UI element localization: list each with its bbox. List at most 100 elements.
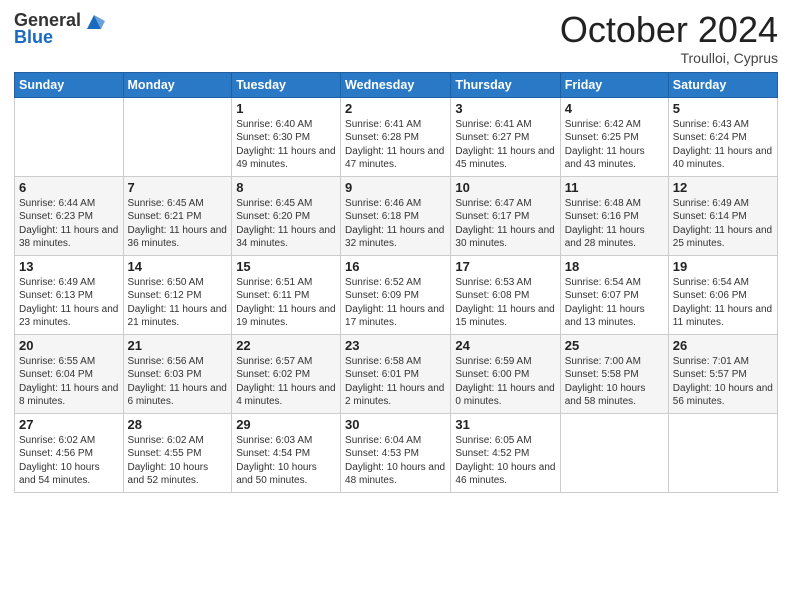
calendar-cell [15,97,124,176]
day-info: Sunrise: 6:54 AMSunset: 6:06 PMDaylight:… [673,276,773,330]
day-number: 7 [128,180,228,195]
calendar-cell: 11 Sunrise: 6:48 AMSunset: 6:16 PMDayligh… [560,176,668,255]
day-number: 11 [565,180,664,195]
calendar-cell: 2 Sunrise: 6:41 AMSunset: 6:28 PMDaylight… [341,97,451,176]
col-wednesday: Wednesday [341,72,451,97]
calendar-table: Sunday Monday Tuesday Wednesday Thursday… [14,72,778,493]
day-info: Sunrise: 6:50 AMSunset: 6:12 PMDaylight:… [128,276,228,330]
calendar-cell: 4 Sunrise: 6:42 AMSunset: 6:25 PMDaylight… [560,97,668,176]
day-number: 16 [345,259,446,274]
calendar-week-row: 20Sunrise: 6:55 AMSunset: 6:04 PMDayligh… [15,334,778,413]
day-number: 3 [455,101,555,116]
col-monday: Monday [123,72,232,97]
day-number: 9 [345,180,446,195]
calendar-week-row: 1 Sunrise: 6:40 AMSunset: 6:30 PMDaylight… [15,97,778,176]
day-info: Sunrise: 6:48 AMSunset: 6:16 PMDaylight:… [565,197,664,251]
day-number: 8 [236,180,336,195]
calendar-cell: 21 Sunrise: 6:56 AMSunset: 6:03 PMDayligh… [123,334,232,413]
calendar-cell: 26 Sunrise: 7:01 AMSunset: 5:57 PMDayligh… [668,334,777,413]
calendar-cell: 1 Sunrise: 6:40 AMSunset: 6:30 PMDaylight… [232,97,341,176]
day-info: Sunrise: 6:47 AMSunset: 6:17 PMDaylight:… [455,197,555,251]
day-number: 26 [673,338,773,353]
day-info: Sunrise: 6:53 AMSunset: 6:08 PMDaylight:… [455,276,555,330]
day-info: Sunrise: 6:04 AMSunset: 4:53 PMDaylight:… [345,434,446,488]
calendar-header-row: Sunday Monday Tuesday Wednesday Thursday… [15,72,778,97]
calendar-cell [668,413,777,492]
col-sunday: Sunday [15,72,124,97]
col-saturday: Saturday [668,72,777,97]
calendar-cell: 5 Sunrise: 6:43 AMSunset: 6:24 PMDaylight… [668,97,777,176]
calendar-cell: 30 Sunrise: 6:04 AMSunset: 4:53 PMDayligh… [341,413,451,492]
calendar-cell: 28 Sunrise: 6:02 AMSunset: 4:55 PMDayligh… [123,413,232,492]
day-number: 13 [19,259,119,274]
calendar-cell: 7 Sunrise: 6:45 AMSunset: 6:21 PMDaylight… [123,176,232,255]
calendar-cell: 12 Sunrise: 6:49 AMSunset: 6:14 PMDayligh… [668,176,777,255]
day-number: 5 [673,101,773,116]
day-info: Sunrise: 6:43 AMSunset: 6:24 PMDaylight:… [673,118,773,172]
day-number: 30 [345,417,446,432]
calendar-cell: 6 Sunrise: 6:44 AMSunset: 6:23 PMDaylight… [15,176,124,255]
day-number: 20 [19,338,119,353]
day-number: 28 [128,417,228,432]
day-number: 15 [236,259,336,274]
day-info: Sunrise: 6:49 AMSunset: 6:13 PMDaylight:… [19,276,119,330]
calendar-cell: 27Sunrise: 6:02 AMSunset: 4:56 PMDayligh… [15,413,124,492]
calendar-cell: 18 Sunrise: 6:54 AMSunset: 6:07 PMDayligh… [560,255,668,334]
day-info: Sunrise: 6:41 AMSunset: 6:28 PMDaylight:… [345,118,446,172]
day-info: Sunrise: 6:41 AMSunset: 6:27 PMDaylight:… [455,118,555,172]
header: General Blue October 2024 Troulloi, Cypr… [14,10,778,66]
day-number: 12 [673,180,773,195]
col-friday: Friday [560,72,668,97]
day-number: 2 [345,101,446,116]
calendar-cell: 23Sunrise: 6:58 AMSunset: 6:01 PMDayligh… [341,334,451,413]
day-info: Sunrise: 7:00 AMSunset: 5:58 PMDaylight:… [565,355,664,409]
calendar-cell: 24Sunrise: 6:59 AMSunset: 6:00 PMDayligh… [451,334,560,413]
day-info: Sunrise: 6:40 AMSunset: 6:30 PMDaylight:… [236,118,336,172]
day-number: 29 [236,417,336,432]
day-number: 22 [236,338,336,353]
day-info: Sunrise: 6:02 AMSunset: 4:55 PMDaylight:… [128,434,228,488]
calendar-cell: 25 Sunrise: 7:00 AMSunset: 5:58 PMDayligh… [560,334,668,413]
day-info: Sunrise: 6:45 AMSunset: 6:21 PMDaylight:… [128,197,228,251]
calendar-cell: 3 Sunrise: 6:41 AMSunset: 6:27 PMDaylight… [451,97,560,176]
col-tuesday: Tuesday [232,72,341,97]
day-info: Sunrise: 6:51 AMSunset: 6:11 PMDaylight:… [236,276,336,330]
calendar-cell: 22 Sunrise: 6:57 AMSunset: 6:02 PMDayligh… [232,334,341,413]
day-number: 6 [19,180,119,195]
calendar-cell: 20Sunrise: 6:55 AMSunset: 6:04 PMDayligh… [15,334,124,413]
day-info: Sunrise: 6:56 AMSunset: 6:03 PMDaylight:… [128,355,228,409]
logo-icon [83,11,105,33]
calendar-cell: 17 Sunrise: 6:53 AMSunset: 6:08 PMDayligh… [451,255,560,334]
day-number: 18 [565,259,664,274]
month-title: October 2024 [560,10,778,50]
day-number: 21 [128,338,228,353]
day-info: Sunrise: 6:42 AMSunset: 6:25 PMDaylight:… [565,118,664,172]
day-number: 17 [455,259,555,274]
day-info: Sunrise: 6:45 AMSunset: 6:20 PMDaylight:… [236,197,336,251]
calendar-cell: 31Sunrise: 6:05 AMSunset: 4:52 PMDayligh… [451,413,560,492]
page: General Blue October 2024 Troulloi, Cypr… [0,0,792,612]
day-info: Sunrise: 6:59 AMSunset: 6:00 PMDaylight:… [455,355,555,409]
day-info: Sunrise: 6:54 AMSunset: 6:07 PMDaylight:… [565,276,664,330]
day-number: 14 [128,259,228,274]
calendar-week-row: 27Sunrise: 6:02 AMSunset: 4:56 PMDayligh… [15,413,778,492]
logo: General Blue [14,10,105,48]
calendar-week-row: 6 Sunrise: 6:44 AMSunset: 6:23 PMDaylight… [15,176,778,255]
day-info: Sunrise: 6:44 AMSunset: 6:23 PMDaylight:… [19,197,119,251]
col-thursday: Thursday [451,72,560,97]
day-number: 27 [19,417,119,432]
day-info: Sunrise: 7:01 AMSunset: 5:57 PMDaylight:… [673,355,773,409]
day-number: 1 [236,101,336,116]
day-info: Sunrise: 6:57 AMSunset: 6:02 PMDaylight:… [236,355,336,409]
day-number: 19 [673,259,773,274]
day-number: 31 [455,417,555,432]
calendar-cell [560,413,668,492]
calendar-cell: 10 Sunrise: 6:47 AMSunset: 6:17 PMDayligh… [451,176,560,255]
calendar-cell: 8 Sunrise: 6:45 AMSunset: 6:20 PMDaylight… [232,176,341,255]
day-info: Sunrise: 6:49 AMSunset: 6:14 PMDaylight:… [673,197,773,251]
title-block: October 2024 Troulloi, Cyprus [560,10,778,66]
day-number: 10 [455,180,555,195]
day-number: 25 [565,338,664,353]
day-number: 4 [565,101,664,116]
calendar-cell: 15 Sunrise: 6:51 AMSunset: 6:11 PMDayligh… [232,255,341,334]
